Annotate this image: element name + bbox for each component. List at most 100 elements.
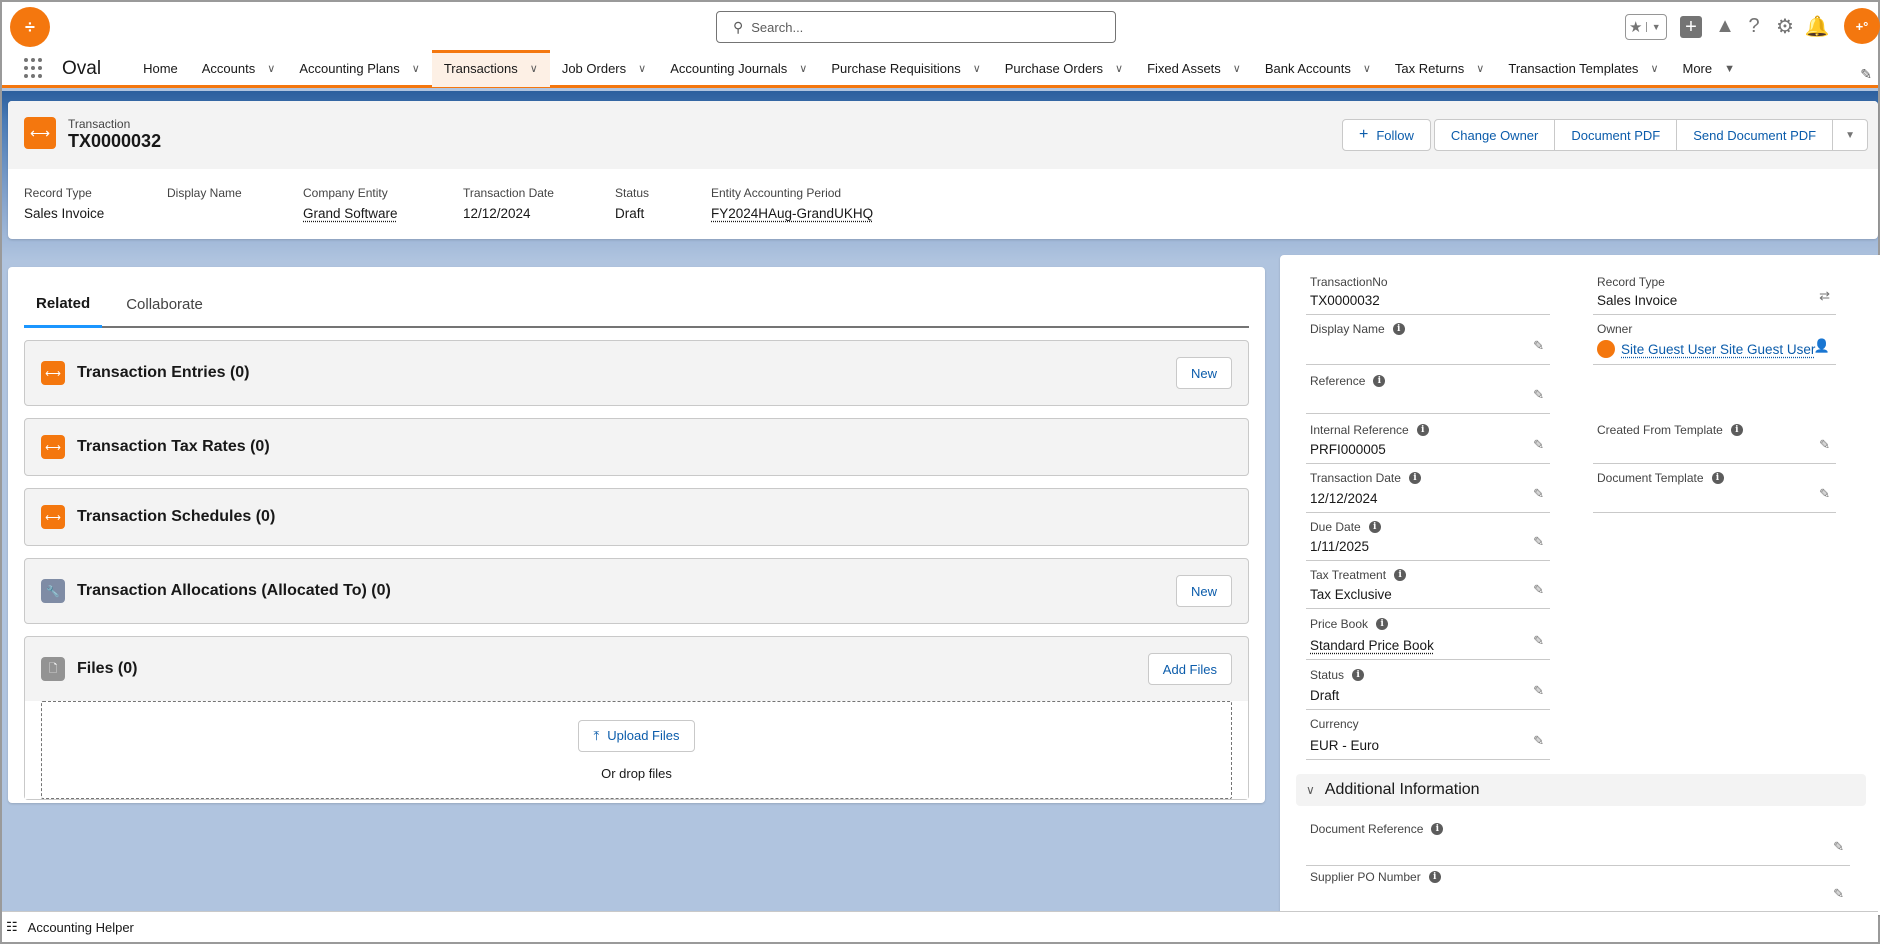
related-list-title[interactable]: Transaction Tax Rates (0) — [77, 438, 270, 456]
more-actions-caret-icon[interactable]: ▼ — [1832, 119, 1868, 151]
chevron-down-icon[interactable]: ∨ — [267, 62, 275, 75]
nav-item-accounting-journals[interactable]: Accounting Journals ∨ — [658, 51, 819, 87]
global-search-input[interactable]: ⚲ Search... — [716, 11, 1116, 43]
info-icon[interactable]: i — [1408, 472, 1421, 484]
related-list-title[interactable]: Transaction Entries (0) — [77, 364, 250, 382]
app-launcher-icon[interactable] — [24, 57, 46, 80]
info-icon[interactable]: i — [1428, 871, 1441, 883]
tab-related[interactable]: Related — [24, 281, 103, 328]
chevron-down-icon[interactable]: ∨ — [1233, 62, 1241, 75]
related-list-title[interactable]: Transaction Allocations (Allocated To) (… — [77, 582, 391, 600]
owner-avatar — [1597, 340, 1615, 358]
company-entity-link[interactable]: Grand Software — [303, 206, 421, 222]
owner-link[interactable]: Site Guest User Site Guest User — [1621, 342, 1815, 357]
chevron-down-icon[interactable]: ∨ — [1650, 62, 1658, 75]
setup-gear-icon[interactable]: ⚙ — [1773, 14, 1797, 38]
change-owner-icon[interactable]: 👤 — [1814, 338, 1830, 354]
chevron-down-icon[interactable]: ∨ — [1476, 62, 1484, 75]
accounting-period-link[interactable]: FY2024HAug-GrandUKHQ — [711, 206, 873, 222]
nav-item-transaction-templates[interactable]: Transaction Templates ∨ — [1496, 51, 1670, 87]
edit-pencil-icon[interactable]: ✎ — [1533, 582, 1544, 598]
edit-pencil-icon[interactable]: ✎ — [1533, 633, 1544, 649]
chevron-down-icon[interactable]: ∨ — [1115, 62, 1123, 75]
favorites-dropdown-icon[interactable]: ▼ — [1645, 22, 1667, 32]
edit-pencil-icon[interactable]: ✎ — [1833, 886, 1844, 902]
nav-item-purchase-orders[interactable]: Purchase Orders ∨ — [993, 51, 1135, 87]
chevron-down-icon[interactable]: ∨ — [638, 62, 646, 75]
global-create-icon[interactable]: + — [1680, 16, 1702, 38]
file-dropzone[interactable]: ⤒ Upload Files Or drop files — [41, 701, 1232, 799]
user-avatar[interactable]: +° — [1844, 8, 1880, 44]
nav-item-purchase-requisitions[interactable]: Purchase Requisitions ∨ — [819, 51, 992, 87]
nav-item-tax-returns[interactable]: Tax Returns ∨ — [1383, 51, 1496, 87]
nav-item-fixed-assets[interactable]: Fixed Assets ∨ — [1135, 51, 1253, 87]
favorites-button[interactable]: ★ ▼ — [1625, 14, 1667, 40]
price-book-link[interactable]: Standard Price Book — [1310, 638, 1434, 653]
highlight-company-entity: Company Entity Grand Software — [303, 186, 421, 222]
edit-pencil-icon[interactable]: ✎ — [1533, 486, 1544, 502]
nav-item-home[interactable]: Home — [131, 51, 190, 87]
chevron-down-icon[interactable]: ∨ — [1306, 783, 1315, 797]
accounting-helper-icon[interactable]: ☷ — [6, 919, 18, 935]
nav-item-bank-accounts[interactable]: Bank Accounts ∨ — [1253, 51, 1383, 87]
nav-item-transactions[interactable]: Transactions ∨ — [431, 49, 550, 87]
record-title: TX0000032 — [68, 131, 162, 151]
nav-item-accounting-plans[interactable]: Accounting Plans ∨ — [287, 51, 432, 87]
chevron-down-icon[interactable]: ∨ — [799, 62, 807, 75]
edit-pencil-icon[interactable]: ✎ — [1819, 437, 1830, 453]
edit-pencil-icon[interactable]: ✎ — [1533, 683, 1544, 699]
field-document-template: Document Template i ✎ — [1593, 467, 1836, 513]
edit-pencil-icon[interactable]: ✎ — [1533, 387, 1544, 403]
edit-pencil-icon[interactable]: ✎ — [1533, 338, 1544, 354]
follow-button[interactable]: + Follow — [1342, 119, 1431, 151]
edit-pencil-icon[interactable]: ✎ — [1819, 486, 1830, 502]
highlight-display-name: Display Name — [167, 186, 242, 200]
edit-nav-pencil-icon[interactable]: ✎ — [1860, 66, 1872, 83]
tab-collaborate[interactable]: Collaborate — [114, 281, 215, 328]
info-icon[interactable]: i — [1352, 669, 1365, 681]
highlight-record-type: Record Type Sales Invoice — [24, 186, 105, 221]
related-list-title[interactable]: Transaction Schedules (0) — [77, 508, 275, 526]
chevron-down-icon[interactable]: ∨ — [973, 62, 981, 75]
info-icon[interactable]: i — [1373, 375, 1386, 387]
upload-files-button[interactable]: ⤒ Upload Files — [578, 719, 695, 752]
info-icon[interactable]: i — [1416, 424, 1429, 436]
nav-item-more[interactable]: More ▼ — [1671, 51, 1748, 87]
change-record-type-icon[interactable]: ⇄ — [1819, 288, 1830, 304]
highlight-status: Status Draft — [615, 186, 650, 221]
notifications-bell-icon[interactable]: 🔔 — [1805, 14, 1830, 38]
caret-down-icon[interactable]: ▼ — [1724, 63, 1735, 75]
info-icon[interactable]: i — [1431, 823, 1444, 835]
info-icon[interactable]: i — [1368, 521, 1381, 533]
info-icon[interactable]: i — [1730, 424, 1743, 436]
info-icon[interactable]: i — [1394, 569, 1407, 581]
edit-pencil-icon[interactable]: ✎ — [1533, 534, 1544, 550]
record-actions: + Follow Change Owner Document PDF Send D… — [1342, 119, 1868, 151]
field-reference: Reference i ✎ — [1306, 370, 1550, 414]
additional-information-section-header[interactable]: ∨ Additional Information — [1296, 774, 1866, 806]
edit-pencil-icon[interactable]: ✎ — [1833, 839, 1844, 855]
new-allocation-button[interactable]: New — [1175, 575, 1232, 607]
favorites-star-icon[interactable]: ★ — [1626, 18, 1646, 36]
help-icon[interactable]: ? — [1742, 14, 1766, 38]
transaction-icon: ⟷ — [41, 361, 65, 385]
chevron-down-icon[interactable]: ∨ — [530, 62, 538, 75]
document-pdf-button[interactable]: Document PDF — [1554, 119, 1678, 151]
chevron-down-icon[interactable]: ∨ — [412, 62, 420, 75]
nav-item-accounts[interactable]: Accounts ∨ — [190, 51, 288, 87]
info-icon[interactable]: i — [1711, 472, 1724, 484]
edit-pencil-icon[interactable]: ✎ — [1533, 733, 1544, 749]
chevron-down-icon[interactable]: ∨ — [1363, 62, 1371, 75]
nav-item-job-orders[interactable]: Job Orders ∨ — [550, 51, 658, 87]
app-logo[interactable]: ÷ — [10, 7, 50, 47]
edit-pencil-icon[interactable]: ✎ — [1533, 437, 1544, 453]
accounting-helper-button[interactable]: Accounting Helper — [28, 920, 134, 935]
info-icon[interactable]: i — [1376, 618, 1389, 630]
change-owner-button[interactable]: Change Owner — [1433, 119, 1556, 151]
info-icon[interactable]: i — [1392, 323, 1405, 335]
add-files-button[interactable]: Add Files — [1147, 653, 1232, 685]
trailhead-icon[interactable]: ▲ — [1713, 14, 1737, 38]
related-list-title[interactable]: Files (0) — [77, 660, 137, 678]
send-document-pdf-button[interactable]: Send Document PDF — [1676, 119, 1834, 151]
new-transaction-entry-button[interactable]: New — [1175, 357, 1232, 389]
